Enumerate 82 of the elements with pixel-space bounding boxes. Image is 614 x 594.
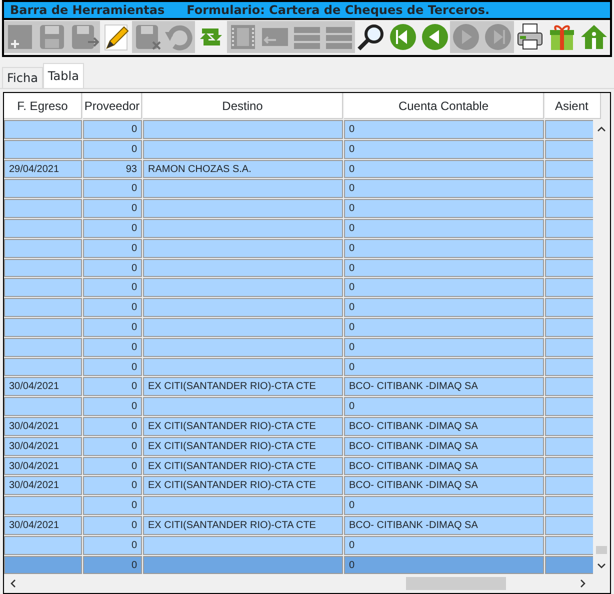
tab[interactable]: Ficha [2, 67, 43, 88]
table-cell: 0 [83, 476, 142, 496]
column-header[interactable]: Cuenta Contable [344, 93, 544, 119]
table-cell: 0 [83, 436, 142, 456]
table-cell: 0 [344, 298, 544, 317]
table-cell: 0 [344, 278, 544, 298]
column-header[interactable]: Proveedor [83, 93, 142, 119]
scrollbar-thumb[interactable] [406, 577, 506, 590]
table-cell: 0 [344, 238, 544, 258]
table-cell: 0 [344, 120, 544, 139]
table-cell: 0 [83, 516, 142, 535]
table-cell: 30/04/2021 [4, 516, 82, 535]
table-cell: 0 [344, 556, 544, 574]
table-cell: 30/04/2021 [4, 476, 82, 496]
table-cell: 0 [83, 358, 142, 376]
table-cell: 0 [83, 416, 142, 436]
table-cell: EX CITI(SANTANDER RIO)-CTA CTE [143, 476, 343, 496]
form-title: Formulario: Cartera de Cheques de Terceros. [186, 2, 490, 18]
table-cell: 0 [344, 140, 544, 159]
table-cell: 0 [344, 318, 544, 337]
table-cell: 0 [83, 456, 142, 476]
table-cell: 0 [344, 536, 544, 555]
column-header[interactable]: F. Egreso [4, 93, 82, 119]
search-icon [356, 22, 386, 52]
table-cell: 0 [83, 377, 142, 396]
table-cell: BCO- CITIBANK -DIMAQ SA [344, 456, 544, 476]
skip-back-icon [388, 22, 418, 52]
table-cell: 0 [83, 278, 142, 298]
table-cell: EX CITI(SANTANDER RIO)-CTA CTE [143, 456, 343, 476]
table-cell: 0 [344, 160, 544, 178]
next-icon [451, 22, 482, 52]
table-cell: 0 [83, 556, 142, 574]
table-cell: 93 [83, 160, 142, 178]
table-cell: 0 [83, 536, 142, 555]
table-cell: 0 [344, 258, 544, 278]
table-cell: 0 [83, 120, 142, 139]
table-cell: BCO- CITIBANK -DIMAQ SA [344, 476, 544, 496]
table-cell: 0 [83, 199, 142, 218]
table-cell: 0 [83, 140, 142, 159]
table-cell: 0 [344, 199, 544, 218]
skip-forward-icon [483, 22, 514, 52]
table-cell: EX CITI(SANTANDER RIO)-CTA CTE [143, 416, 343, 436]
table-cell: RAMON CHOZAS S.A. [143, 160, 343, 178]
scroll-right-icon[interactable] [578, 579, 587, 588]
table-cell: 29/04/2021 [4, 160, 82, 178]
table-cell: 0 [344, 397, 544, 416]
table-cell: 30/04/2021 [4, 377, 82, 396]
scroll-down-icon[interactable] [597, 561, 606, 570]
column-header[interactable]: Asient [545, 93, 601, 119]
table-cell: 0 [83, 238, 142, 258]
table-cell: EX CITI(SANTANDER RIO)-CTA CTE [143, 516, 343, 535]
table-cell: 0 [344, 358, 544, 376]
table-cell: 0 [83, 318, 142, 337]
table-cell: 0 [344, 179, 544, 198]
table-cell: 0 [344, 496, 544, 515]
previous-icon [420, 22, 450, 52]
toolbar-title: Barra de Herramientas [10, 2, 165, 18]
table-cell: EX CITI(SANTANDER RIO)-CTA CTE [143, 377, 343, 396]
table-cell: 0 [83, 218, 142, 238]
table-cell: 0 [83, 258, 142, 278]
table-cell: EX CITI(SANTANDER RIO)-CTA CTE [143, 436, 343, 456]
scroll-up-icon[interactable] [597, 125, 606, 134]
column-header[interactable]: Destino [143, 93, 343, 119]
table-cell: 30/04/2021 [4, 416, 82, 436]
table-cell: BCO- CITIBANK -DIMAQ SA [344, 436, 544, 456]
table-cell: 30/04/2021 [4, 436, 82, 456]
table-cell: 0 [83, 179, 142, 198]
table-cell: 0 [344, 338, 544, 357]
tab[interactable]: Tabla [42, 63, 84, 88]
table-cell: BCO- CITIBANK -DIMAQ SA [344, 516, 544, 535]
table-cell: BCO- CITIBANK -DIMAQ SA [344, 377, 544, 396]
table-cell: 30/04/2021 [4, 456, 82, 476]
table-cell: 0 [83, 298, 142, 317]
table-cell: 0 [83, 338, 142, 357]
table-cell: 0 [83, 397, 142, 416]
table-cell: 0 [83, 496, 142, 515]
scrollbar-thumb[interactable] [596, 546, 607, 554]
home-icon [578, 22, 609, 52]
scroll-left-icon[interactable] [9, 579, 18, 588]
table-cell: 0 [344, 218, 544, 238]
table-cell: BCO- CITIBANK -DIMAQ SA [344, 416, 544, 436]
printer-icon [515, 22, 546, 52]
